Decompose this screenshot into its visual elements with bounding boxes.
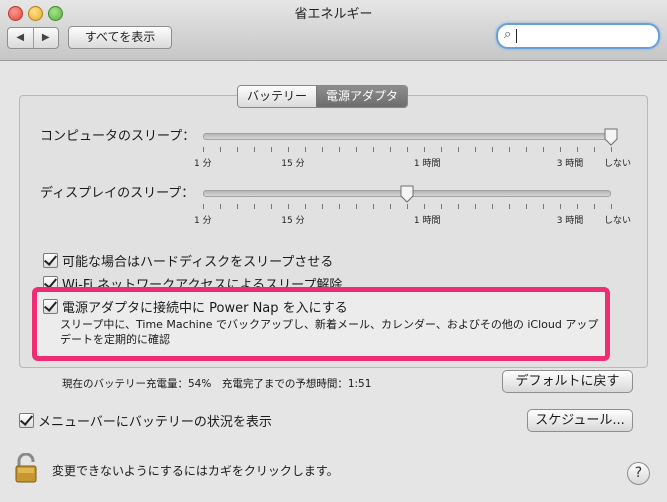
battery-status: 現在のバッテリー充電量：54% 充電完了までの予想時間：1:51	[62, 378, 372, 390]
tab-battery[interactable]: バッテリー	[238, 86, 317, 107]
slider-tick	[390, 204, 391, 209]
slider-tick-label: 1 時間	[413, 216, 441, 226]
lock-message: 変更できないようにするにはカギをクリックします。	[52, 464, 339, 478]
slider-tick	[220, 204, 221, 209]
display-sleep-ticks: 1 分 15 分 1 時間 3 時間 しない	[194, 204, 631, 226]
slider-tick	[203, 204, 204, 209]
power-nap-description: スリープ中に、Time Machine でバックアップし、新着メール、カレンダー…	[60, 318, 599, 346]
forward-button[interactable]: ▶	[34, 28, 59, 48]
slider-tick	[560, 147, 561, 152]
hard-disk-sleep-label: 可能な場合はハードディスクをスリープさせる	[62, 255, 334, 270]
computer-sleep-slider-track[interactable]	[203, 133, 611, 140]
slider-tick	[560, 204, 561, 209]
preferences-window: 省エネルギー ◀ ▶ すべてを表示 ⌕ バッテリー 電源アダプタ コンピュータの…	[0, 0, 667, 502]
slider-tick	[339, 204, 340, 209]
slider-tick	[458, 147, 459, 152]
slider-tick	[203, 147, 204, 152]
computer-sleep-slider-thumb[interactable]	[604, 128, 618, 146]
slider-tick	[254, 204, 255, 209]
slider-tick	[339, 147, 340, 152]
slider-tick	[305, 147, 306, 152]
slider-tick	[526, 147, 527, 152]
slider-tick	[390, 147, 391, 152]
slider-tick	[424, 147, 425, 152]
slider-tick	[594, 204, 595, 209]
slider-tick	[509, 204, 510, 209]
slider-tick	[611, 147, 612, 152]
slider-tick	[458, 204, 459, 209]
slider-tick	[322, 204, 323, 209]
slider-tick	[492, 147, 493, 152]
slider-tick	[356, 147, 357, 152]
slider-tick	[305, 204, 306, 209]
slider-tick	[492, 204, 493, 209]
slider-tick-label: 1 時間	[413, 159, 441, 169]
slider-tick-label: 15 分	[281, 216, 305, 226]
text-caret	[516, 29, 517, 43]
menubar-battery-label: メニューバーにバッテリーの状況を表示	[38, 415, 272, 430]
slider-tick	[237, 147, 238, 152]
slider-tick	[254, 147, 255, 152]
slider-tick	[220, 147, 221, 152]
help-button[interactable]: ?	[627, 462, 650, 485]
power-nap-label: 電源アダプタに接続中に Power Nap を入にする	[62, 301, 348, 316]
slider-tick	[407, 147, 408, 152]
slider-tick-label: 15 分	[281, 159, 305, 169]
computer-sleep-label: コンピュータのスリープ：	[40, 129, 196, 144]
slider-tick-label: 1 分	[194, 216, 212, 226]
restore-defaults-button[interactable]: デフォルトに戻す	[502, 370, 633, 393]
slider-tick-label: 3 時間	[556, 159, 584, 169]
slider-tick	[373, 147, 374, 152]
slider-tick	[288, 204, 289, 209]
slider-tick	[373, 204, 374, 209]
title-bar: 省エネルギー ◀ ▶ すべてを表示 ⌕	[0, 0, 667, 61]
slider-tick	[237, 204, 238, 209]
slider-tick	[271, 147, 272, 152]
slider-tick	[526, 204, 527, 209]
slider-tick	[322, 147, 323, 152]
slider-tick-label: 3 時間	[556, 216, 584, 226]
display-sleep-label: ディスプレイのスリープ：	[40, 186, 195, 201]
nav-segment: ◀ ▶	[7, 27, 59, 49]
show-all-button[interactable]: すべてを表示	[68, 26, 172, 49]
hard-disk-sleep-checkbox[interactable]	[43, 253, 58, 268]
slider-tick-label: 1 分	[194, 159, 212, 169]
slider-tick-label: しない	[604, 216, 632, 226]
slider-tick	[543, 147, 544, 152]
tab-bar: バッテリー 電源アダプタ	[237, 85, 409, 108]
lock-icon[interactable]	[15, 452, 37, 483]
slider-tick	[441, 147, 442, 152]
schedule-button[interactable]: スケジュール...	[527, 409, 633, 432]
search-input[interactable]: ⌕	[496, 23, 660, 49]
slider-tick	[271, 204, 272, 209]
back-button[interactable]: ◀	[8, 28, 34, 48]
slider-tick	[509, 147, 510, 152]
slider-tick	[475, 204, 476, 209]
computer-sleep-ticks: 1 分 15 分 1 時間 3 時間 しない	[194, 147, 631, 169]
display-sleep-slider-thumb[interactable]	[400, 185, 414, 203]
slider-tick	[475, 147, 476, 152]
slider-tick	[441, 204, 442, 209]
search-icon: ⌕	[504, 27, 512, 42]
slider-tick	[611, 204, 612, 209]
slider-tick	[288, 147, 289, 152]
power-nap-checkbox[interactable]	[43, 299, 58, 314]
slider-tick	[543, 204, 544, 209]
slider-tick	[424, 204, 425, 209]
menubar-battery-checkbox[interactable]	[19, 413, 34, 428]
slider-tick-label: しない	[604, 159, 632, 169]
slider-tick	[577, 147, 578, 152]
slider-tick	[407, 204, 408, 209]
slider-tick	[577, 204, 578, 209]
window-title: 省エネルギー	[294, 7, 373, 22]
slider-tick	[356, 204, 357, 209]
tab-power-adapter[interactable]: 電源アダプタ	[316, 86, 408, 107]
slider-tick	[594, 147, 595, 152]
